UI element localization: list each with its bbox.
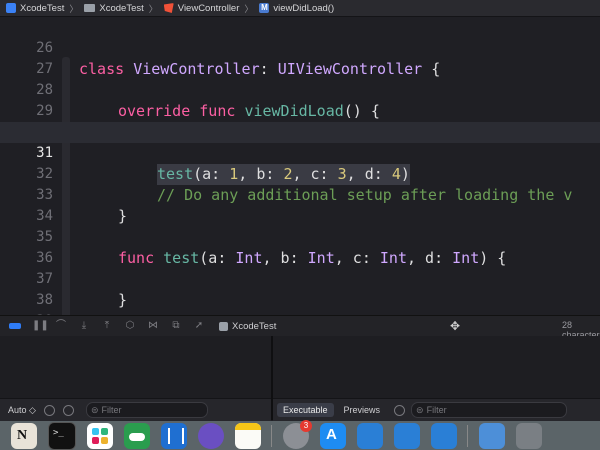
variables-filter-bar: Auto ◇ ⊜ Filter: [0, 398, 271, 421]
cloud-app-icon[interactable]: [124, 422, 150, 449]
code-line[interactable]: 30: [0, 101, 600, 140]
source-editor[interactable]: 26 class ViewController: UIViewControlle…: [0, 17, 600, 315]
breadcrumb-project[interactable]: XcodeTest 〉: [6, 2, 78, 15]
filter-placeholder: Filter: [426, 405, 447, 415]
xcode-icon[interactable]: [431, 422, 457, 449]
code-line[interactable]: 27: [0, 38, 600, 77]
filter-icon: ⊜: [416, 404, 424, 415]
breadcrumb-file[interactable]: ViewController 〉: [163, 2, 254, 15]
code-line[interactable]: 34: [0, 185, 600, 224]
tab-previews[interactable]: Previews: [338, 403, 387, 417]
code-line[interactable]: 36: [0, 227, 600, 266]
trash-icon[interactable]: [516, 422, 542, 449]
project-icon: [6, 3, 16, 13]
environment-overrides-icon[interactable]: ⧉: [170, 321, 182, 331]
app-store-icon[interactable]: A: [320, 422, 346, 449]
fork-icon[interactable]: [161, 422, 187, 449]
hide-debug-area-icon[interactable]: [9, 323, 21, 329]
breadcrumb-group[interactable]: XcodeTest 〉: [84, 2, 158, 15]
notes-icon[interactable]: [235, 422, 261, 449]
simulate-location-icon[interactable]: ➚: [193, 321, 205, 331]
move-cursor-icon: ✥: [450, 319, 461, 333]
code-line[interactable]: 37 }: [0, 248, 600, 309]
breadcrumb-symbol[interactable]: M viewDidLoad(): [259, 3, 334, 14]
breadcrumb-file-label: ViewController: [177, 2, 240, 14]
code-line[interactable]: 33 }: [0, 164, 600, 225]
chevron-right-icon: 〉: [244, 3, 254, 14]
code-line[interactable]: 32 // Do any additional setup after load…: [0, 143, 600, 204]
code-line[interactable]: 26 class ViewController: UIViewControlle…: [0, 17, 600, 78]
breadcrumb-group-label: XcodeTest: [99, 2, 144, 14]
step-into-icon[interactable]: ⤓: [78, 321, 90, 331]
console-filter-bar: Executable Previews ⊜ Filter: [273, 398, 600, 421]
step-over-icon[interactable]: ⌒: [55, 321, 67, 331]
terminal-icon[interactable]: >_: [48, 421, 76, 450]
scheme-label: XcodeTest: [232, 320, 277, 332]
dock-separator: [467, 424, 468, 447]
eye-icon[interactable]: [394, 404, 406, 416]
code-line[interactable]: 29 super.viewDidLoad(): [0, 80, 600, 141]
step-out-icon[interactable]: ⤒: [101, 321, 113, 331]
code-line[interactable]: 39: [0, 290, 600, 315]
memory-graph-icon[interactable]: ⋈: [147, 321, 159, 331]
notification-badge: 3: [300, 419, 312, 432]
auto-scope-selector[interactable]: Auto ◇: [8, 405, 36, 416]
pause-icon[interactable]: ❚❚: [32, 321, 49, 331]
slack-icon[interactable]: [87, 422, 113, 449]
code-line[interactable]: 38: [0, 269, 600, 308]
scheme-selector[interactable]: XcodeTest: [219, 321, 276, 332]
filter-icon: ⊜: [90, 404, 99, 415]
folder-icon[interactable]: [479, 422, 505, 449]
console-view[interactable]: [273, 336, 600, 398]
filter-placeholder: Filter: [101, 405, 122, 415]
debug-view-hierarchy-icon[interactable]: ⬡: [124, 321, 136, 331]
folder-icon: [84, 4, 96, 12]
xcode-beta-icon[interactable]: [394, 422, 420, 449]
console-filter-field[interactable]: ⊜ Filter: [411, 402, 568, 418]
notion-icon[interactable]: N: [11, 422, 37, 449]
xcode-icon[interactable]: [357, 422, 383, 449]
breadcrumb-project-label: XcodeTest: [20, 2, 65, 14]
variables-filter-field[interactable]: ⊜ Filter: [85, 402, 208, 418]
jump-bar: XcodeTest 〉 XcodeTest 〉 ViewController 〉…: [0, 0, 600, 17]
tab-executable[interactable]: Executable: [277, 403, 334, 417]
tor-browser-icon[interactable]: [198, 422, 224, 449]
method-icon: M: [259, 3, 270, 13]
dock-separator: [271, 424, 272, 447]
info-icon[interactable]: [62, 404, 74, 416]
swift-file-icon: [163, 3, 174, 13]
variables-view[interactable]: [0, 336, 271, 398]
app-icon: [219, 321, 228, 331]
eye-icon[interactable]: [43, 404, 55, 416]
chevron-right-icon: 〉: [148, 3, 158, 14]
current-code-line[interactable]: 31 test(a: 1, b: 2, c: 3, d: 4): [0, 122, 600, 185]
code-line[interactable]: 28 override func viewDidLoad() {: [0, 59, 600, 120]
breadcrumb-symbol-label: viewDidLoad(): [273, 2, 335, 14]
chevron-right-icon: 〉: [69, 3, 79, 14]
code-line[interactable]: 35 func test(a: Int, b: Int, c: Int, d: …: [0, 206, 600, 267]
macos-dock: N >_ 3 A: [0, 419, 600, 450]
system-preferences-icon[interactable]: 3: [283, 419, 312, 449]
debug-bar: ❚❚ ⌒ ⤓ ⤒ ⬡ ⋈ ⧉ ➚ XcodeTest ✥ 28 characte…: [0, 315, 600, 340]
